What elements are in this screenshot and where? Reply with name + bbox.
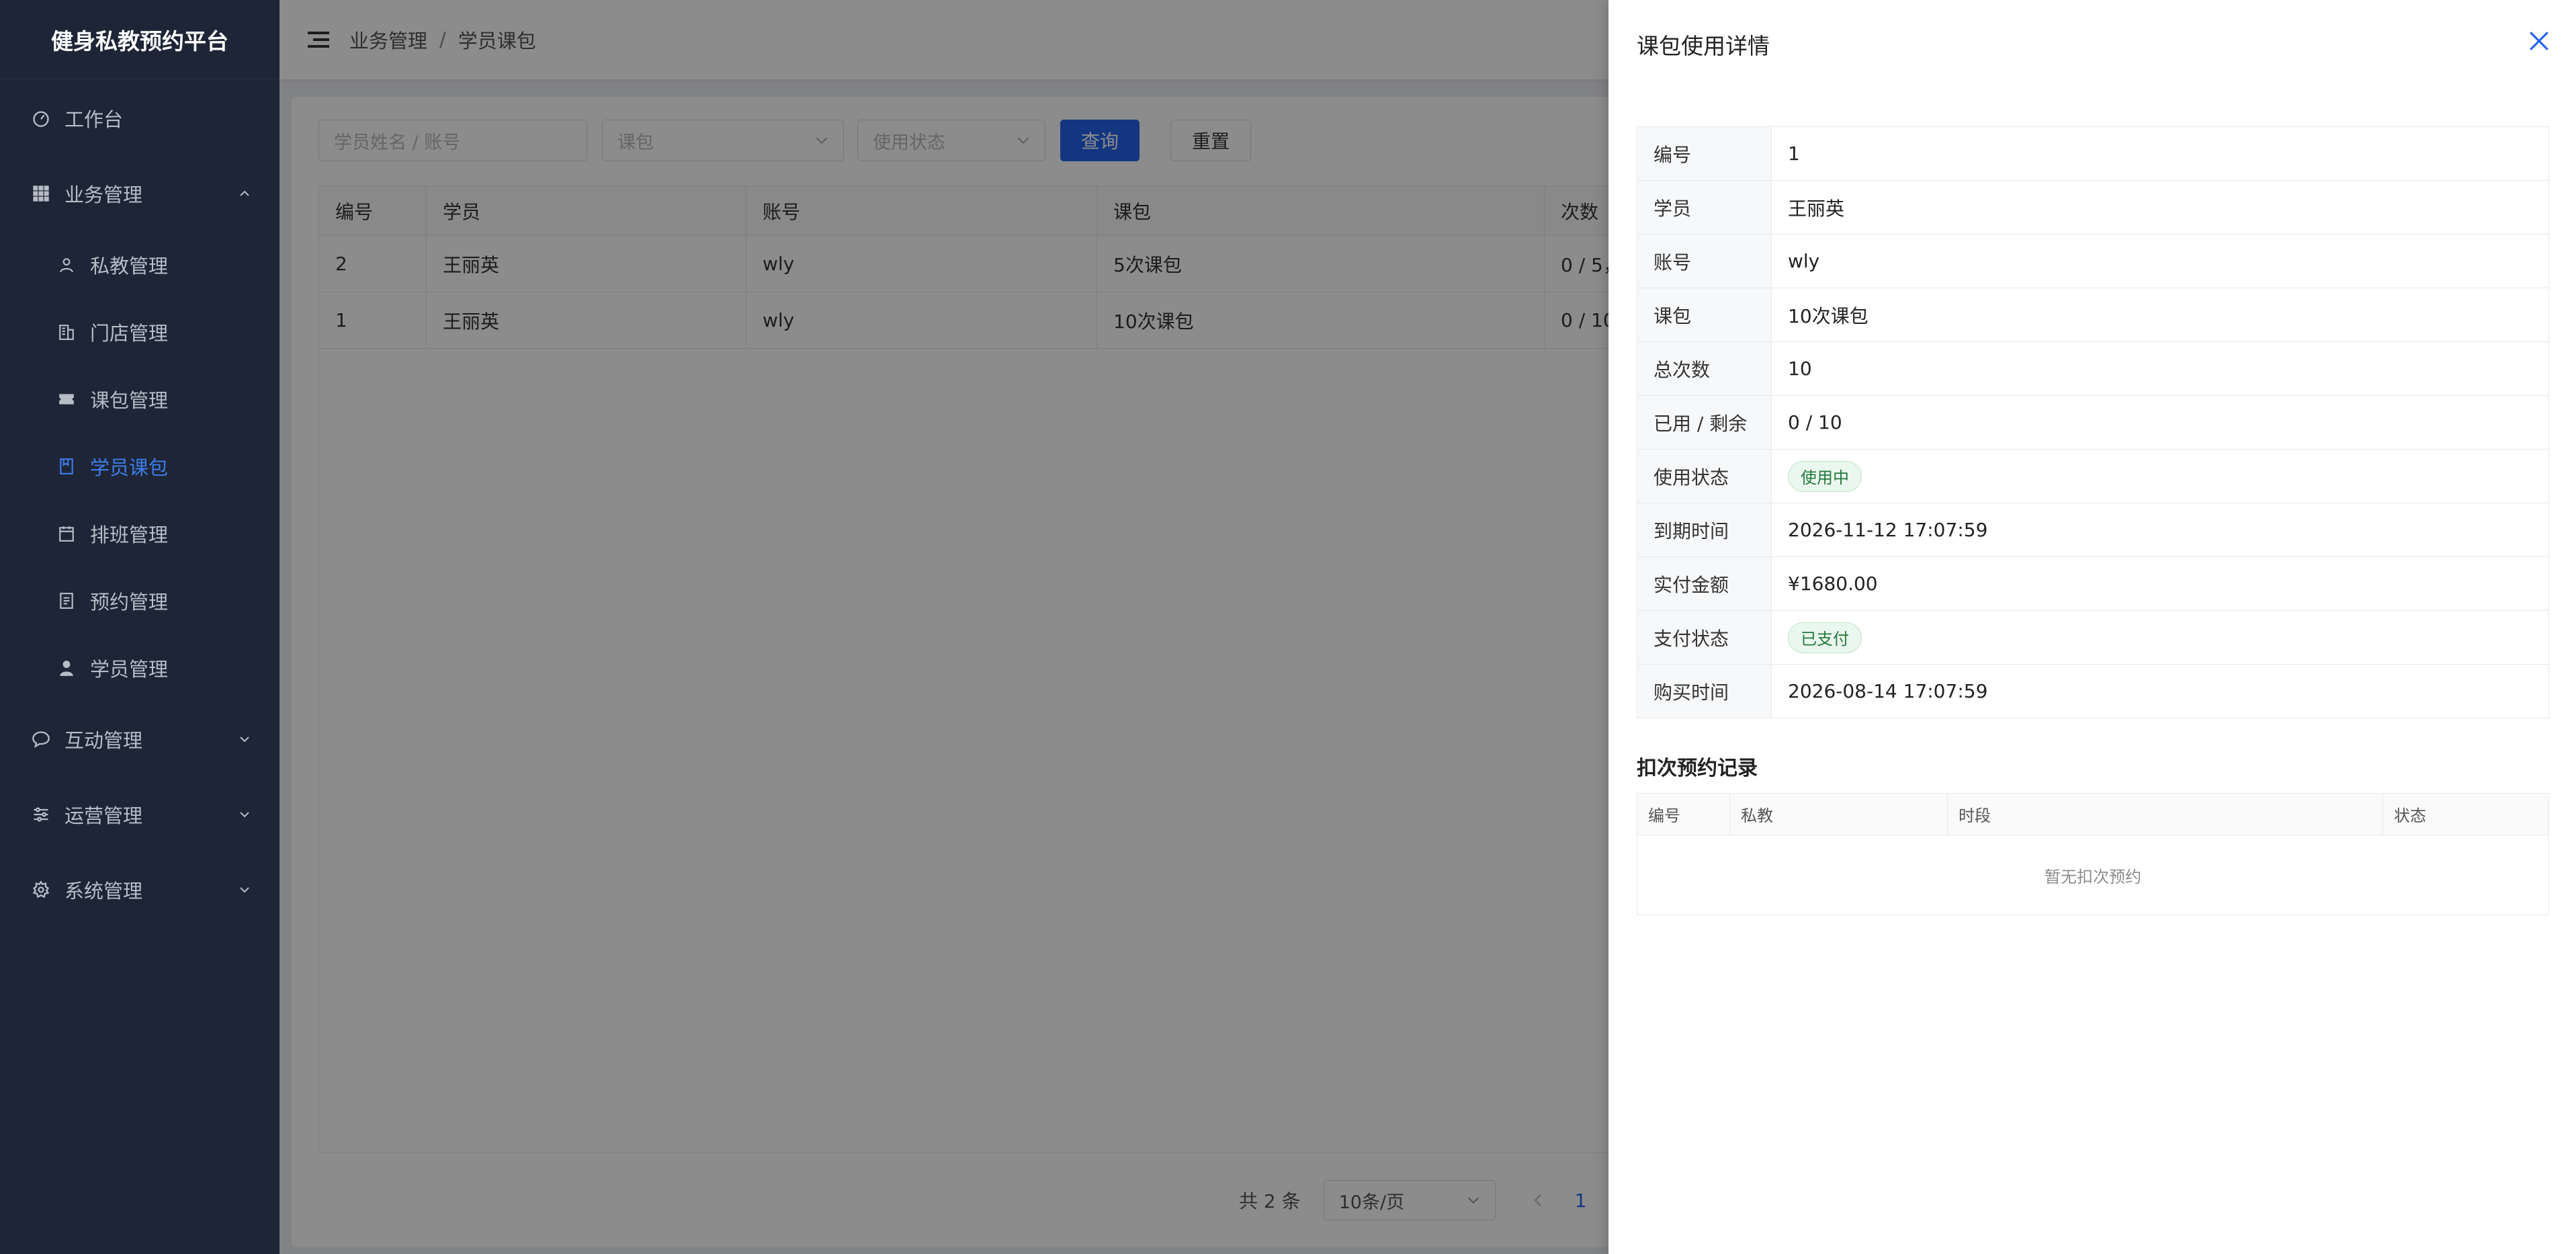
records-title: 扣次预约记录 [1637, 757, 1758, 780]
detail-row: 总次数 10 [1637, 342, 2548, 396]
detail-row: 账号 wly [1637, 235, 2548, 288]
detail-value: 10次课包 [1788, 304, 1869, 327]
sidebar-item-label: 运营管理 [65, 804, 143, 827]
detail-label: 课包 [1637, 288, 1772, 341]
detail-row: 使用状态 使用中 [1637, 450, 2548, 503]
calendar-icon [56, 524, 77, 544]
detail-value: 王丽英 [1788, 197, 1845, 220]
user-icon [56, 255, 77, 275]
sidebar-item-label: 学员课包 [90, 456, 169, 479]
sidebar-item-stores[interactable]: 门店管理 [0, 298, 280, 366]
records-table: 编号 私教 时段 状态 暂无扣次预约 [1637, 793, 2549, 915]
detail-label: 支付状态 [1637, 611, 1772, 664]
sidebar-item-bookings[interactable]: 预约管理 [0, 567, 280, 634]
detail-row: 支付状态 已支付 [1637, 611, 2548, 665]
sliders-icon [31, 804, 51, 825]
sidebar-item-label: 互动管理 [65, 729, 143, 752]
sidebar-item-label: 工作台 [65, 108, 124, 131]
column-header: 编号 [1637, 794, 1730, 835]
dashboard-icon [31, 108, 51, 128]
sidebar-item-label: 门店管理 [90, 322, 169, 345]
chevron-down-icon [240, 812, 249, 818]
chevron-down-icon [240, 737, 249, 743]
sidebar-item-label: 排班管理 [90, 524, 169, 546]
detail-label: 编号 [1637, 127, 1772, 180]
package-detail-drawer: 课包使用详情 编号 1 学员 王丽英 账号 wly 课包 10次课包 总次数 1… [1608, 0, 2576, 1254]
ticket-icon [56, 389, 77, 409]
detail-row: 到期时间 2026-11-12 17:07:59 [1637, 503, 2548, 557]
gear-icon [31, 880, 51, 900]
book-icon [56, 456, 77, 476]
sidebar-item-coaches[interactable]: 私教管理 [0, 231, 280, 298]
sidebar-item-business[interactable]: 业务管理 [0, 156, 280, 231]
detail-row: 已用 / 剩余 0 / 10 [1637, 396, 2548, 450]
sidebar-item-label: 业务管理 [65, 183, 143, 206]
detail-descriptions: 编号 1 学员 王丽英 账号 wly 课包 10次课包 总次数 10 已用 / … [1637, 126, 2549, 718]
column-header: 时段 [1948, 794, 2383, 835]
empty-state: 暂无扣次预约 [2045, 867, 2141, 886]
person-icon [56, 658, 77, 678]
column-header: 状态 [2394, 806, 2426, 825]
detail-row: 课包 10次课包 [1637, 288, 2548, 342]
detail-label: 已用 / 剩余 [1637, 396, 1772, 449]
detail-label: 账号 [1637, 235, 1772, 288]
usage-status-tag: 使用中 [1788, 460, 1862, 492]
sidebar-item-interaction[interactable]: 互动管理 [0, 702, 280, 777]
sidebar-item-dashboard[interactable]: 工作台 [0, 81, 280, 156]
sidebar-item-schedule[interactable]: 排班管理 [0, 500, 280, 567]
detail-label: 使用状态 [1637, 450, 1772, 503]
detail-row: 编号 1 [1637, 127, 2548, 181]
detail-label: 学员 [1637, 181, 1772, 234]
detail-value: 1 [1788, 142, 1800, 165]
sidebar-item-label: 系统管理 [65, 880, 143, 903]
sidebar-item-students[interactable]: 学员管理 [0, 634, 280, 702]
detail-value: wly [1788, 250, 1820, 272]
detail-label: 总次数 [1637, 342, 1772, 395]
sidebar-item-operations[interactable]: 运营管理 [0, 777, 280, 852]
detail-value: 0 / 10 [1788, 411, 1842, 433]
payment-status-tag: 已支付 [1788, 622, 1862, 653]
detail-value: 10 [1788, 358, 1812, 380]
detail-row: 学员 王丽英 [1637, 181, 2548, 235]
sidebar-item-packages[interactable]: 课包管理 [0, 366, 280, 433]
close-icon[interactable] [2528, 30, 2550, 52]
sidebar-item-student-packages[interactable]: 学员课包 [0, 433, 280, 500]
records-header: 编号 私教 时段 状态 [1637, 794, 2548, 835]
grid-icon [31, 183, 51, 204]
detail-value: 使用中 [1772, 450, 2548, 503]
column-header: 私教 [1730, 794, 1948, 835]
document-icon [56, 591, 77, 611]
sidebar-item-label: 预约管理 [90, 591, 169, 614]
chevron-down-icon [240, 887, 249, 893]
detail-value: 已支付 [1772, 611, 2548, 664]
sidebar: 健身私教预约平台 工作台 业务管理 私教管理 门店管理 课包管理 学员课包 排班… [0, 0, 280, 1254]
sidebar-item-label: 课包管理 [90, 389, 169, 412]
detail-label: 购买时间 [1637, 665, 1772, 718]
chat-icon [31, 729, 51, 749]
sidebar-item-system[interactable]: 系统管理 [0, 852, 280, 927]
detail-label: 实付金额 [1637, 557, 1772, 610]
detail-row: 实付金额 ¥1680.00 [1637, 557, 2548, 611]
chevron-up-icon [240, 190, 249, 196]
drawer-title: 课包使用详情 [1637, 33, 1770, 59]
detail-row: 购买时间 2026-08-14 17:07:59 [1637, 665, 2548, 718]
building-icon [56, 322, 77, 342]
sidebar-item-label: 私教管理 [90, 255, 169, 278]
detail-value: 2026-08-14 17:07:59 [1788, 680, 1988, 702]
sidebar-item-label: 学员管理 [90, 658, 169, 681]
app-title: 健身私教预约平台 [0, 0, 280, 79]
detail-value: ¥1680.00 [1788, 573, 1878, 595]
detail-label: 到期时间 [1637, 503, 1772, 556]
detail-value: 2026-11-12 17:07:59 [1788, 519, 1988, 541]
